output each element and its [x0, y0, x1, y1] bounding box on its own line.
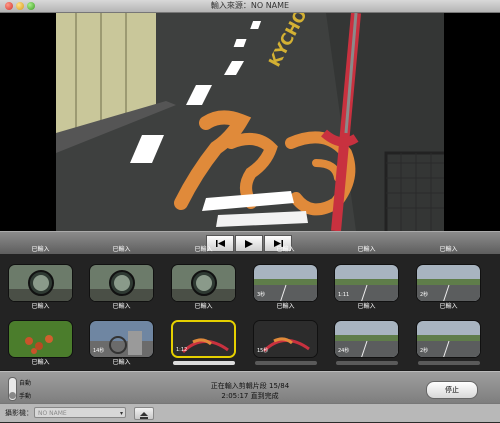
clip-item[interactable]: 24秒: [334, 320, 399, 365]
clip-thumbnail[interactable]: 15秒: [253, 320, 318, 358]
clip-thumbnail[interactable]: [171, 264, 236, 302]
clip-status-caption: 已輸入: [112, 246, 131, 253]
clip-item[interactable]: 已輸入: [8, 320, 73, 367]
clip-item[interactable]: 1:11 已輸入: [334, 264, 399, 311]
clip-grid: 已輸入 已輸入 已輸入 3秒 已輸入 1:11 已輸入 2秒 已輸入 已輸入 14秒 已輸入 1:12 1…: [0, 246, 500, 370]
clip-thumbnail-image: [9, 321, 72, 357]
stop-button[interactable]: 停止: [426, 381, 478, 399]
clip-item[interactable]: 15秒: [253, 320, 318, 365]
clip-status-caption: 已輸入: [276, 246, 295, 253]
clip-item[interactable]: 14秒已輸入: [89, 320, 154, 367]
clip-progress-bar: [172, 361, 235, 365]
clip-thumbnail-image: [9, 265, 72, 301]
clip-duration: 14秒: [93, 348, 105, 354]
clip-thumbnail[interactable]: 24秒: [334, 320, 399, 358]
title-bar: 輸入來源：NO NAME: [0, 0, 500, 13]
clip-duration: 24秒: [338, 348, 350, 354]
clip-thumbnail[interactable]: 3秒: [253, 264, 318, 302]
video-frame-image: KYCHOOS: [56, 13, 444, 231]
clip-status-caption: 已輸入: [357, 303, 376, 310]
clip-status-caption: 已輸入: [31, 359, 50, 366]
clip-item[interactable]: 已輸入: [171, 264, 236, 311]
clip-thumbnail[interactable]: 1:12: [171, 320, 236, 358]
clip-thumbnail[interactable]: [89, 264, 154, 302]
clip-thumbnail[interactable]: [8, 264, 73, 302]
clip-status-caption: 已輸入: [194, 303, 213, 310]
window-title: 輸入來源：NO NAME: [210, 1, 290, 10]
clip-item[interactable]: 1:12: [171, 320, 236, 365]
clip-item[interactable]: 已輸入: [89, 264, 154, 311]
clip-duration: 1:12: [176, 347, 188, 353]
clip-duration: 2秒: [420, 292, 429, 298]
clip-thumbnail[interactable]: 2秒: [416, 264, 481, 302]
clip-status-caption: 已輸入: [357, 246, 376, 253]
import-status-bar: 自動 手動 正在輸入剪輯片段 15/84 2:05:17 直到完成 停止: [0, 371, 500, 404]
camera-label: 攝影機：: [5, 409, 33, 417]
video-frame: KYCHOOS: [56, 13, 444, 231]
import-window: 輸入來源：NO NAME KYCHOOS 已輸入 已輸入 已輸入 3秒 已輸入 …: [0, 0, 500, 422]
video-preview-area: KYCHOOS: [0, 13, 500, 231]
clip-duration: 15秒: [257, 348, 269, 354]
clip-progress-bar: [417, 361, 480, 365]
clip-status-caption: 已輸入: [439, 246, 458, 253]
clip-item[interactable]: 2秒: [416, 320, 481, 365]
eject-button[interactable]: [134, 407, 154, 420]
clip-status-caption: 已輸入: [112, 303, 131, 310]
import-progress-text: 正在輸入剪輯片段 15/84: [210, 382, 290, 390]
chevron-down-icon: ▾: [119, 410, 123, 417]
clip-status-caption: 已輸入: [112, 359, 131, 366]
clip-status-caption: 已輸入: [276, 303, 295, 310]
clip-status-caption: 已輸入: [194, 246, 213, 253]
clip-thumbnail-image: [90, 265, 153, 301]
clip-progress-bar: [254, 361, 317, 365]
clip-progress-bar: [335, 361, 398, 365]
clip-duration: 2秒: [420, 348, 429, 354]
clip-item[interactable]: 3秒已輸入: [253, 264, 318, 311]
clip-thumbnail[interactable]: 2秒: [416, 320, 481, 358]
clip-thumbnail-image: [172, 265, 235, 301]
clip-thumbnail[interactable]: 1:11: [334, 264, 399, 302]
clip-item[interactable]: 2秒已輸入: [416, 264, 481, 311]
clip-item[interactable]: 已輸入: [8, 264, 73, 311]
clip-thumbnail[interactable]: [8, 320, 73, 358]
eject-icon: [140, 404, 148, 423]
play-icon: [245, 239, 253, 248]
camera-select-value: NO NAME: [38, 410, 67, 417]
clip-status-caption: 已輸入: [439, 303, 458, 310]
clip-duration: 1:11: [338, 292, 350, 298]
time-remaining-text: 2:05:17 直到完成: [221, 392, 279, 400]
clip-thumbnail[interactable]: 14秒: [89, 320, 154, 358]
camera-select[interactable]: NO NAME ▾: [34, 407, 126, 418]
clip-status-caption: 已輸入: [31, 303, 50, 310]
clip-status-caption: 已輸入: [31, 246, 50, 253]
clip-duration: 3秒: [257, 292, 266, 298]
bottom-bar: 攝影機： NO NAME ▾: [0, 403, 500, 422]
